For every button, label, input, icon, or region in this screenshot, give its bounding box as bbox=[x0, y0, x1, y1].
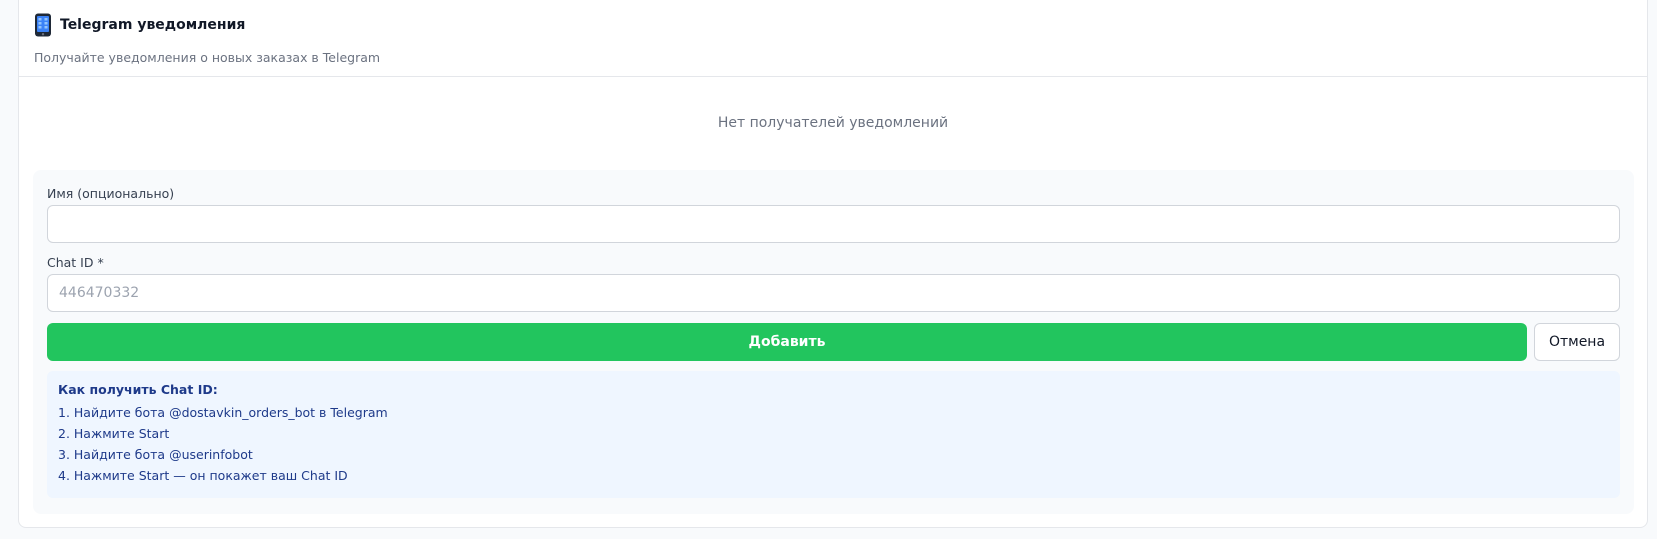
card-title: Telegram уведомления bbox=[60, 17, 246, 33]
card-subtitle: Получайте уведомления о новых заказах в … bbox=[34, 50, 381, 65]
name-label: Имя (опционально) bbox=[47, 186, 175, 201]
instruction-step: 4. Нажмите Start — он покажет ваш Chat I… bbox=[58, 468, 348, 483]
instruction-step: 3. Найдите бота @userinfobot bbox=[58, 447, 253, 462]
add-recipient-form: Имя (опционально) Chat ID * Добавить Отм… bbox=[33, 170, 1634, 514]
name-input[interactable] bbox=[47, 205, 1620, 243]
cancel-button[interactable]: Отмена bbox=[1534, 323, 1620, 361]
instructions-title: Как получить Chat ID: bbox=[58, 382, 218, 397]
chat-id-instructions: Как получить Chat ID: 1. Найдите бота @d… bbox=[47, 371, 1620, 498]
card-header: Telegram уведомления Получайте уведомлен… bbox=[19, 0, 1647, 77]
instruction-step: 2. Нажмите Start bbox=[58, 426, 170, 441]
mobile-phone-icon bbox=[34, 13, 52, 37]
title-row: Telegram уведомления bbox=[34, 12, 1632, 38]
add-button[interactable]: Добавить bbox=[47, 323, 1527, 361]
instruction-step: 1. Найдите бота @dostavkin_orders_bot в … bbox=[58, 405, 388, 420]
chat-id-input[interactable] bbox=[47, 274, 1620, 312]
telegram-notifications-card: Telegram уведомления Получайте уведомлен… bbox=[18, 0, 1648, 528]
empty-state-message: Нет получателей уведомлений bbox=[717, 115, 949, 131]
form-buttons: Добавить Отмена bbox=[47, 323, 1620, 361]
chat-id-label: Chat ID * bbox=[47, 255, 104, 270]
